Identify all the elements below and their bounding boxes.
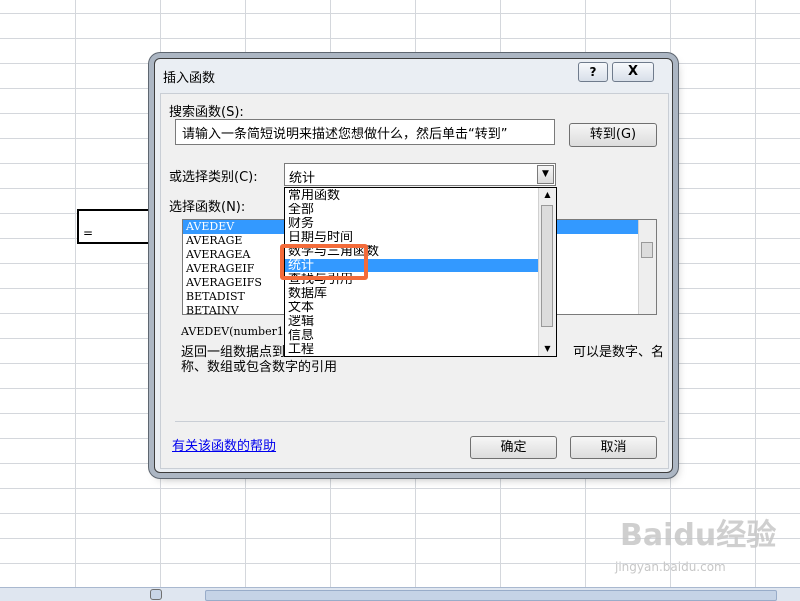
category-option[interactable]: 常用函数	[285, 189, 540, 202]
function-list-scrollbar[interactable]	[638, 220, 656, 314]
ok-button[interactable]: 确定	[470, 436, 557, 459]
dialog-title: 插入函数	[163, 71, 216, 86]
horizontal-scrollbar[interactable]	[0, 587, 800, 601]
scroll-down-icon[interactable]: ▼	[539, 342, 556, 356]
search-input[interactable]: 请输入一条简短说明来描述您想做什么，然后单击“转到”	[175, 119, 555, 145]
cell-formula: =	[83, 226, 94, 240]
dropdown-scroll-thumb[interactable]	[541, 205, 553, 327]
category-value: 统计	[289, 171, 316, 186]
function-help-link[interactable]: 有关该函数的帮助	[172, 435, 276, 454]
close-icon: X	[627, 64, 639, 79]
description-tail: 可以是数字、名	[573, 345, 665, 360]
dropdown-scrollbar[interactable]: ▲ ▼	[538, 188, 556, 356]
watermark-logo: Baidu经验	[620, 518, 777, 553]
category-option[interactable]: 工程	[285, 343, 540, 356]
category-option[interactable]: 财务	[285, 217, 540, 230]
category-option[interactable]: 逻辑	[285, 315, 540, 328]
category-label: 或选择类别(C):	[169, 170, 258, 185]
scroll-thumb[interactable]	[205, 590, 777, 601]
description-line2: 称、数组或包含数字的引用	[181, 360, 338, 375]
scroll-up-icon[interactable]: ▲	[539, 188, 556, 202]
category-option[interactable]: 日期与时间	[285, 231, 540, 244]
function-signature: AVEDEV(number1	[181, 325, 284, 338]
go-button[interactable]: 转到(G)	[569, 123, 657, 147]
select-function-label: 选择函数(N):	[169, 200, 246, 215]
category-option[interactable]: 文本	[285, 301, 540, 314]
cancel-button[interactable]: 取消	[570, 436, 657, 459]
category-option[interactable]: 数据库	[285, 287, 540, 300]
search-label: 搜索函数(S):	[169, 105, 244, 120]
watermark-url: jingyan.baidu.com	[615, 560, 726, 574]
annotation-highlight	[280, 244, 368, 280]
active-cell[interactable]: =	[77, 209, 157, 244]
function-list-scroll-thumb[interactable]	[641, 242, 653, 258]
category-select[interactable]: 统计 ▼	[284, 163, 556, 186]
category-option[interactable]: 全部	[285, 203, 540, 216]
category-option[interactable]: 信息	[285, 329, 540, 342]
help-button[interactable]: ?	[578, 62, 608, 82]
chevron-down-icon[interactable]: ▼	[537, 165, 554, 184]
close-button[interactable]: X	[612, 62, 654, 82]
separator	[175, 421, 665, 422]
description-line1: 返回一组数据点到	[181, 345, 286, 360]
scroll-left-button[interactable]	[150, 589, 162, 600]
